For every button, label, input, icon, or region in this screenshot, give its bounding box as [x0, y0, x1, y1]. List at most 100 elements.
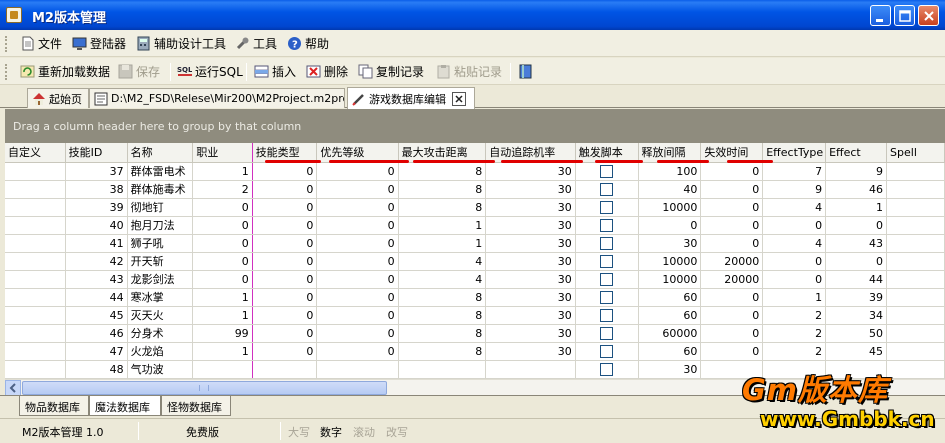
table-cell[interactable]: 10000 — [638, 270, 702, 289]
table-cell[interactable]: 0 — [252, 180, 318, 199]
table-cell[interactable]: 1 — [192, 306, 253, 325]
menu-file[interactable]: 文件 — [20, 30, 62, 57]
table-cell[interactable]: 4 — [398, 270, 487, 289]
table-cell[interactable]: 分身术 — [127, 324, 194, 343]
table-cell[interactable]: 寒冰掌 — [127, 288, 194, 307]
table-cell[interactable]: 0 — [316, 162, 399, 181]
minimize-button[interactable] — [870, 5, 891, 26]
table-cell[interactable] — [575, 306, 639, 325]
table-cell[interactable]: 4 — [762, 234, 827, 253]
scroll-left-button[interactable] — [5, 380, 21, 396]
title-bar[interactable]: M2版本管理 — [0, 0, 945, 30]
table-cell[interactable]: 34 — [825, 306, 888, 325]
table-cell[interactable]: 39 — [825, 288, 888, 307]
insert-button[interactable]: 插入 — [254, 58, 296, 85]
table-row[interactable]: 37 群体雷电术 1 0 0 8 30 100 0 7 9 — [5, 162, 945, 181]
table-cell[interactable]: 2 — [762, 342, 827, 361]
table-cell[interactable] — [5, 324, 66, 343]
table-cell[interactable]: 30 — [485, 198, 576, 217]
trigger-script-checkbox[interactable] — [600, 308, 614, 322]
table-cell[interactable]: 0 — [252, 288, 318, 307]
table-cell[interactable]: 30 — [485, 324, 576, 343]
table-cell[interactable]: 37 — [65, 162, 128, 181]
table-cell[interactable] — [886, 324, 945, 343]
table-cell[interactable]: 0 — [638, 216, 702, 235]
table-cell[interactable]: 抱月刀法 — [127, 216, 194, 235]
table-cell[interactable]: 1 — [398, 216, 487, 235]
table-cell[interactable]: 0 — [316, 270, 399, 289]
table-row[interactable]: 42 开天斩 0 0 0 4 30 10000 20000 0 0 — [5, 252, 945, 271]
trigger-script-checkbox[interactable] — [600, 236, 614, 250]
table-row[interactable]: 46 分身术 99 0 0 8 30 60000 0 2 50 — [5, 324, 945, 343]
table-cell[interactable]: 8 — [398, 324, 487, 343]
tab-game-db-editor[interactable]: 游戏数据库编辑 — [347, 87, 475, 109]
table-cell[interactable]: 0 — [700, 306, 764, 325]
table-cell[interactable]: 0 — [252, 252, 318, 271]
table-cell[interactable]: 0 — [316, 306, 399, 325]
table-cell[interactable]: 0 — [316, 198, 399, 217]
table-cell[interactable]: 9 — [825, 162, 888, 181]
reload-data-button[interactable]: 重新加载数据 — [20, 58, 110, 85]
table-cell[interactable]: 30 — [485, 342, 576, 361]
table-cell[interactable] — [5, 252, 66, 271]
table-cell[interactable]: 60 — [638, 288, 702, 307]
trigger-script-checkbox[interactable] — [600, 362, 614, 376]
table-cell[interactable]: 1 — [192, 162, 253, 181]
table-cell[interactable]: 0 — [316, 288, 399, 307]
menu-grip[interactable] — [5, 36, 8, 52]
table-cell[interactable]: 9 — [762, 180, 827, 199]
table-cell[interactable]: 群体施毒术 — [127, 180, 194, 199]
table-cell[interactable] — [886, 342, 945, 361]
table-cell[interactable] — [5, 234, 66, 253]
table-cell[interactable]: 0 — [700, 180, 764, 199]
book-button[interactable] — [518, 58, 536, 85]
table-cell[interactable]: 0 — [192, 234, 253, 253]
tab-magic-db[interactable]: 魔法数据库 — [89, 396, 161, 416]
table-cell[interactable] — [5, 342, 66, 361]
tab-item-db[interactable]: 物品数据库 — [19, 396, 89, 416]
table-cell[interactable]: 0 — [316, 324, 399, 343]
table-cell[interactable] — [575, 360, 639, 379]
table-cell[interactable] — [575, 288, 639, 307]
trigger-script-checkbox[interactable] — [600, 326, 614, 340]
table-cell[interactable]: 0 — [825, 252, 888, 271]
table-cell[interactable]: 1 — [192, 342, 253, 361]
close-window-button[interactable] — [918, 5, 939, 26]
table-cell[interactable]: 10000 — [638, 252, 702, 271]
table-cell[interactable]: 8 — [398, 198, 487, 217]
run-sql-button[interactable]: SQL 运行SQL — [177, 58, 243, 85]
table-cell[interactable]: 4 — [398, 252, 487, 271]
delete-button[interactable]: 删除 — [306, 58, 348, 85]
table-cell[interactable] — [398, 360, 487, 379]
column-header[interactable]: Spell — [886, 143, 945, 163]
table-cell[interactable]: 46 — [825, 180, 888, 199]
trigger-script-checkbox[interactable] — [600, 290, 614, 304]
table-cell[interactable]: 0 — [316, 342, 399, 361]
table-cell[interactable]: 7 — [762, 162, 827, 181]
menu-launcher[interactable]: 登陆器 — [72, 30, 126, 57]
table-cell[interactable]: 43 — [65, 270, 128, 289]
table-cell[interactable]: 30 — [485, 234, 576, 253]
table-cell[interactable]: 30 — [485, 270, 576, 289]
table-cell[interactable]: 0 — [252, 342, 318, 361]
group-by-panel[interactable]: Drag a column header here to group by th… — [5, 109, 945, 143]
table-cell[interactable]: 0 — [700, 234, 764, 253]
table-cell[interactable]: 0 — [700, 198, 764, 217]
toolbar-grip[interactable] — [5, 64, 8, 80]
table-cell[interactable] — [5, 288, 66, 307]
table-cell[interactable]: 30 — [638, 234, 702, 253]
table-cell[interactable]: 8 — [398, 288, 487, 307]
column-header[interactable]: 自定义 — [5, 143, 66, 163]
table-cell[interactable] — [886, 216, 945, 235]
trigger-script-checkbox[interactable] — [600, 254, 614, 268]
table-cell[interactable]: 4 — [762, 198, 827, 217]
table-cell[interactable]: 气功波 — [127, 360, 194, 379]
table-cell[interactable]: 0 — [252, 324, 318, 343]
table-cell[interactable]: 0 — [700, 324, 764, 343]
table-cell[interactable] — [575, 180, 639, 199]
table-cell[interactable]: 0 — [762, 216, 827, 235]
table-cell[interactable]: 0 — [825, 216, 888, 235]
close-tab-button[interactable] — [452, 91, 466, 106]
table-cell[interactable]: 60 — [638, 342, 702, 361]
data-grid[interactable]: 自定义 技能ID 名称 职业 技能类型 优先等级 最大攻击距离 自动追踪机率 触发脚本 释放间隔失… — [5, 143, 945, 379]
